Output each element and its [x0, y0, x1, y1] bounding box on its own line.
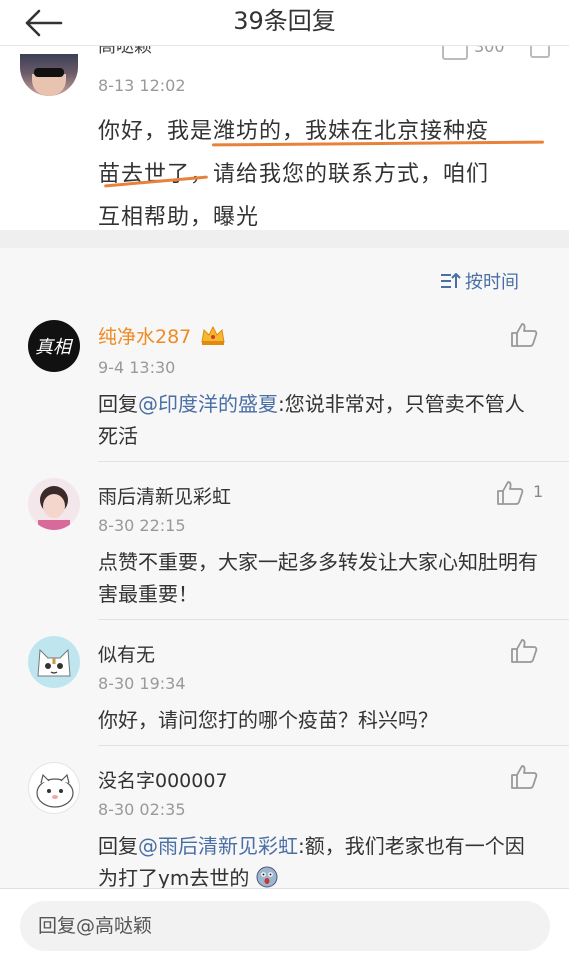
reply-text: 回复@雨后清新见彩虹:额，我们老家也有一个因为打了ym去世的	[98, 830, 543, 894]
like-count: 1	[533, 482, 544, 501]
thumbs-up-icon	[511, 323, 538, 347]
list-item: 似有无 8-30 19:34 你好，请问您打的哪个疫苗？科兴吗？	[0, 620, 569, 746]
section-divider	[0, 230, 569, 248]
mention-link[interactable]: @印度洋的盛夏	[138, 392, 278, 416]
reply-time: 9-4 13:30	[98, 358, 176, 377]
share-icon[interactable]	[530, 46, 550, 58]
comment-text-line: 苗去世了，请给我您的联系方式，咱们	[98, 162, 490, 187]
thumbs-up-icon[interactable]	[442, 46, 468, 60]
shocked-emoji-icon	[256, 866, 278, 888]
thumbs-up-icon	[497, 481, 524, 505]
comment-time: 8-13 12:02	[98, 76, 186, 95]
reply-prefix: 回复	[98, 392, 138, 416]
reply-author[interactable]: 纯净水287	[98, 322, 191, 349]
sort-label: 按时间	[465, 272, 519, 293]
reply-input-bar	[0, 888, 569, 960]
avatar[interactable]: 真相	[28, 320, 80, 372]
sort-icon	[441, 273, 461, 288]
like-button[interactable]	[496, 480, 526, 508]
like-button[interactable]	[510, 764, 540, 792]
sort-bar: 按时间	[0, 248, 569, 312]
list-item: 真相 纯净水287 9-4 13:30 回复@印度洋的盛夏:您说非常对，只管卖不…	[0, 312, 569, 462]
crown-icon	[201, 325, 225, 345]
list-item: 雨后清新见彩虹 8-30 22:15 1 点赞不重要，大家一起多多转发让大家心知…	[0, 462, 569, 620]
reply-time: 8-30 19:34	[98, 674, 186, 693]
original-comment: 高哒颖 300 8-13 12:02 你好，我是潍坊的，我妹在北京接种疫 苗去世…	[0, 44, 569, 230]
comment-text: 你好，我是潍坊的，我妹在北京接种疫 苗去世了，请给我您的联系方式，咱们 互相帮助…	[98, 110, 543, 239]
reply-author[interactable]: 似有无	[98, 640, 155, 667]
page-title: 39条回复	[233, 7, 336, 35]
list-item: 没名字000007 8-30 02:35 回复@雨后清新见彩虹:额，我们老家也有…	[0, 746, 569, 900]
reply-prefix: 回复	[98, 834, 138, 858]
thumbs-up-icon	[511, 639, 538, 663]
reply-author[interactable]: 没名字000007	[98, 766, 228, 793]
reply-text: 点赞不重要，大家一起多多转发让大家心知肚明有害最重要！	[98, 546, 543, 610]
top-nav-bar: 39条回复	[0, 0, 569, 46]
avatar[interactable]	[28, 762, 80, 814]
like-count: 300	[474, 46, 505, 56]
comment-author[interactable]: 高哒颖	[98, 44, 152, 64]
reply-time: 8-30 02:35	[98, 800, 186, 819]
svg-text:真相: 真相	[35, 337, 74, 358]
reply-text: 你好，请问您打的哪个疫苗？科兴吗？	[98, 704, 543, 736]
mention-link[interactable]: @雨后清新见彩虹	[138, 834, 298, 858]
reply-input[interactable]	[20, 901, 550, 951]
avatar[interactable]	[20, 54, 78, 96]
like-button[interactable]	[510, 638, 540, 666]
comment-text-line: 你好，我是潍坊的，我妹在北京接种疫	[98, 119, 490, 144]
reply-text: 回复@印度洋的盛夏:您说非常对，只管卖不管人死活	[98, 388, 543, 452]
like-button[interactable]	[510, 322, 540, 350]
reply-body: 你好，请问您打的哪个疫苗？科兴吗？	[98, 708, 438, 732]
reply-author[interactable]: 雨后清新见彩虹	[98, 482, 231, 509]
reply-time: 8-30 22:15	[98, 516, 186, 535]
avatar[interactable]	[28, 636, 80, 688]
reply-body: 点赞不重要，大家一起多多转发让大家心知肚明有害最重要！	[98, 550, 538, 606]
sort-by-time-button[interactable]: 按时间	[439, 268, 519, 294]
thumbs-up-icon	[511, 765, 538, 789]
avatar[interactable]	[28, 478, 80, 530]
